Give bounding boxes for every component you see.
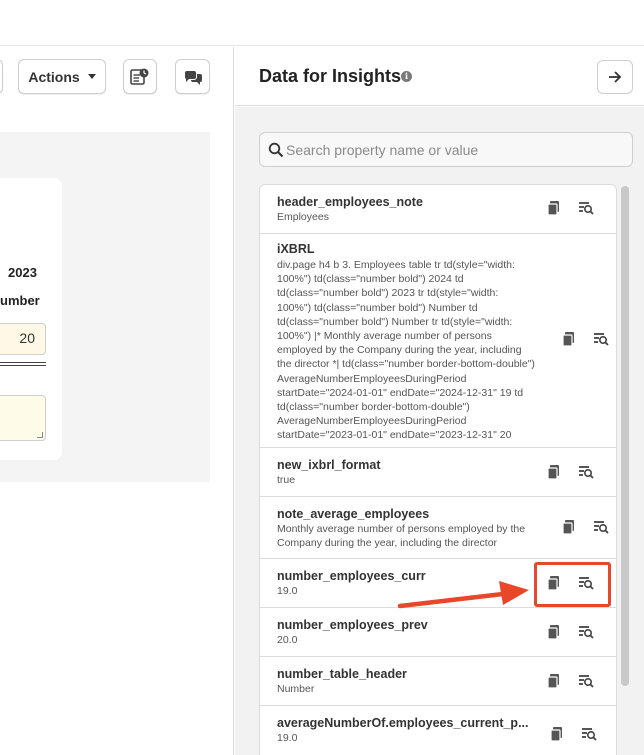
property-value: 20.0 (277, 634, 298, 646)
caret-down-icon (87, 74, 96, 79)
inspect-icon[interactable] (577, 463, 595, 481)
property-value: 19.0 (277, 732, 298, 744)
property-name: averageNumberOf.employees_current_p... (277, 716, 529, 730)
top-bar (0, 0, 644, 46)
number-column-header: umber (0, 293, 40, 308)
copy-icon[interactable] (545, 623, 563, 641)
collapse-panel-button[interactable] (597, 60, 633, 94)
property-name: new_ixbrl_format (277, 458, 381, 472)
comments-icon (184, 70, 202, 85)
property-value: true (277, 474, 296, 486)
search-icon (268, 142, 284, 158)
comments-button[interactable] (175, 59, 210, 94)
list-item: number_table_header Number (260, 657, 616, 706)
copy-icon[interactable] (545, 199, 563, 217)
double-underline (0, 362, 46, 366)
year-column-header: 2023 (8, 265, 37, 280)
highlight-annotation (534, 562, 611, 607)
property-list: header_employees_note Employees iXBRL di… (259, 184, 617, 755)
copy-icon[interactable] (545, 463, 563, 481)
property-name: iXBRL (277, 242, 315, 256)
property-value: Number (277, 683, 315, 695)
list-item: number_employees_prev 20.0 (260, 608, 616, 657)
list-item: iXBRL div.page h4 b 3. Employees table t… (260, 234, 616, 448)
toolbar-partial-button[interactable] (0, 59, 3, 94)
data-history-button[interactable] (123, 59, 157, 94)
inspect-icon[interactable] (592, 518, 610, 536)
search-field[interactable] (259, 132, 633, 167)
inspect-icon[interactable] (577, 199, 595, 217)
copy-icon[interactable] (545, 672, 563, 690)
property-name: number_table_header (277, 667, 407, 681)
property-name: number_employees_prev (277, 618, 428, 632)
copy-icon[interactable] (548, 725, 566, 743)
panel-title: Data for Insights (259, 66, 402, 86)
list-item: averageNumberOf.employees_current_p... 1… (260, 706, 616, 755)
property-value: Employees (277, 211, 329, 223)
list-item: note_average_employees Monthly average n… (260, 497, 616, 559)
employees-number-input[interactable]: 20 (0, 323, 46, 355)
inspect-icon[interactable] (577, 672, 595, 690)
property-value: Monthly average number of persons employ… (277, 523, 526, 549)
arrow-right-icon (609, 71, 622, 83)
inspect-icon[interactable] (580, 725, 598, 743)
resize-handle-icon[interactable] (37, 432, 43, 438)
copy-icon[interactable] (560, 518, 578, 536)
insights-panel-header: Data for Insights i (235, 47, 644, 106)
info-icon[interactable]: i (401, 71, 412, 82)
notes-textarea[interactable] (0, 395, 46, 441)
actions-dropdown-button[interactable]: Actions (18, 59, 106, 94)
property-name: header_employees_note (277, 195, 423, 209)
inspect-icon[interactable] (592, 330, 610, 348)
actions-label: Actions (28, 68, 80, 85)
property-name: note_average_employees (277, 507, 430, 521)
copy-icon[interactable] (560, 330, 578, 348)
property-value: div.page h4 b 3. Employees table tr td(s… (277, 259, 535, 442)
list-item: header_employees_note Employees (260, 185, 616, 234)
list-scrollbar[interactable] (621, 186, 629, 686)
insights-panel-body: header_employees_note Employees iXBRL di… (235, 107, 644, 755)
list-item: new_ixbrl_format true (260, 448, 616, 497)
search-input[interactable] (286, 139, 616, 161)
arrow-annotation-icon (397, 581, 529, 609)
inspect-icon[interactable] (577, 623, 595, 641)
table-clock-icon (130, 68, 149, 85)
